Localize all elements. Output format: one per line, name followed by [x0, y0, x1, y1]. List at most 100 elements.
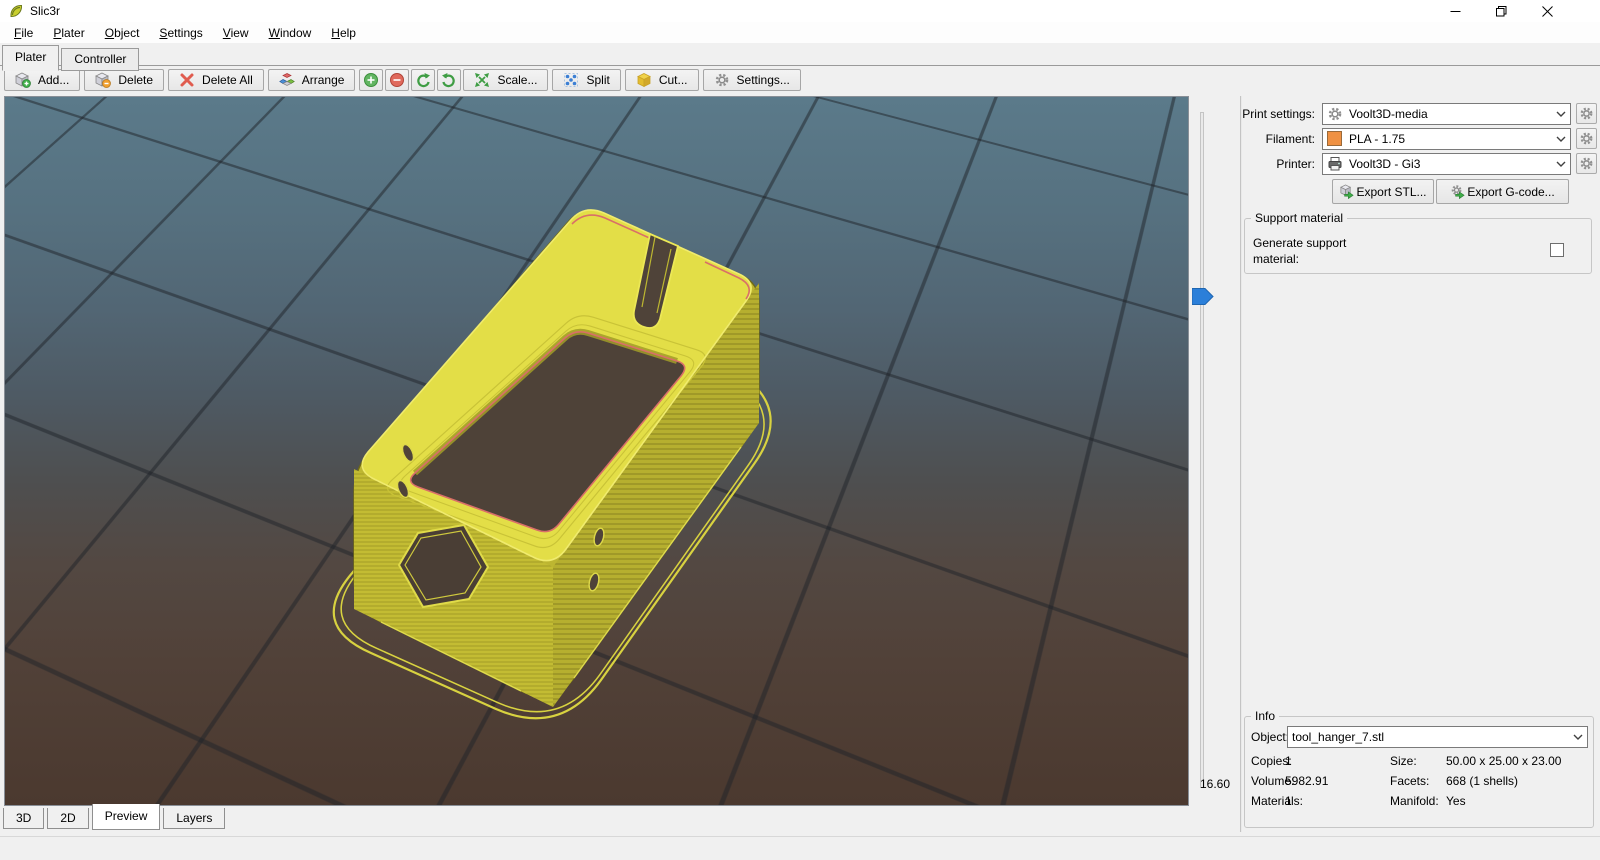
printer-combobox[interactable]: Voolt3D - Gi3: [1322, 153, 1571, 175]
split-label: Split: [586, 73, 610, 87]
arrange-label: Arrange: [301, 73, 345, 87]
menu-file[interactable]: File: [4, 24, 43, 42]
window-title: Slic3r: [30, 4, 61, 18]
printer-icon: [1327, 156, 1343, 172]
export-gcode-button[interactable]: Export G-code...: [1436, 179, 1569, 204]
restore-button[interactable]: [1478, 0, 1524, 22]
menu-view[interactable]: View: [213, 24, 259, 42]
layer-slider-handle[interactable]: [1191, 288, 1214, 305]
info-facets-label: Facets:: [1390, 774, 1430, 788]
chevron-down-icon: [1556, 111, 1566, 117]
sliced-model-render: [332, 209, 772, 720]
info-facets-value: 668 (1 shells): [1446, 774, 1519, 788]
preview-3d-viewport[interactable]: [4, 96, 1189, 806]
support-group-label: Support material: [1251, 211, 1348, 225]
close-button[interactable]: [1524, 0, 1570, 22]
cut-label: Cut...: [658, 73, 688, 87]
info-manifold-label: Manifold:: [1390, 794, 1439, 808]
filament-label: Filament:: [1265, 132, 1315, 146]
scale-label: Scale...: [497, 73, 538, 87]
filament-combobox[interactable]: PLA - 1.75: [1322, 128, 1571, 150]
plater-toolbar: Add... Delete Delete All Arrange Scale... Spl…: [0, 67, 1600, 93]
settings-button[interactable]: Settings...: [702, 69, 801, 91]
circle-plus-icon: [363, 72, 379, 88]
print-settings-label: Print settings:: [1242, 107, 1315, 121]
arrange-icon: [278, 72, 295, 88]
split-icon: [563, 72, 579, 88]
viewport-tab-layers[interactable]: Layers: [163, 808, 226, 829]
panel-separator: [1240, 96, 1242, 832]
slic3r-window: { "window": { "title": "Slic3r" }, "wind…: [0, 0, 1600, 860]
cut-icon: [636, 72, 652, 88]
export-stl-label: Export STL...: [1356, 184, 1427, 199]
red-x-icon: [179, 72, 195, 88]
print-settings-value: Voolt3D-media: [1349, 107, 1428, 121]
menu-settings[interactable]: Settings: [149, 24, 212, 42]
info-materials-value: 1: [1285, 794, 1292, 808]
printer-label: Printer:: [1276, 157, 1315, 171]
rotate-ccw-button[interactable]: [411, 69, 436, 91]
scale-icon: [474, 72, 490, 88]
export-gcode-label: Export G-code...: [1467, 184, 1555, 199]
add-button[interactable]: Add...: [4, 69, 81, 91]
viewport-tab-3d[interactable]: 3D: [3, 808, 45, 829]
cube-remove-icon: [95, 72, 112, 88]
status-bar: [0, 836, 1600, 860]
cut-button[interactable]: Cut...: [624, 69, 699, 91]
object-combobox[interactable]: tool_hanger_7.stl: [1287, 726, 1588, 748]
layer-slider-track[interactable]: [1200, 112, 1204, 788]
menu-help[interactable]: Help: [321, 24, 366, 42]
gear-icon: [714, 72, 730, 88]
chevron-down-icon: [1573, 734, 1583, 740]
rotate-cw-button[interactable]: [437, 69, 462, 91]
delete-button[interactable]: Delete: [84, 69, 165, 91]
add-label: Add...: [38, 73, 70, 87]
main-tab-strip: Plater Controller: [0, 44, 1600, 71]
chevron-down-icon: [1556, 161, 1566, 167]
menu-plater[interactable]: Plater: [43, 24, 94, 42]
info-volume-value: 5982.91: [1285, 774, 1329, 788]
delete-label: Delete: [118, 73, 154, 87]
tab-plater[interactable]: Plater: [2, 45, 60, 71]
info-group-label: Info: [1251, 709, 1280, 723]
viewport-tab-bar: 3D 2D Preview Layers: [3, 804, 228, 834]
split-button[interactable]: Split: [552, 69, 621, 91]
info-group: Info Object: tool_hanger_7.stl Copies: 1 S…: [1244, 709, 1594, 828]
printer-value: Voolt3D - Gi3: [1349, 157, 1421, 171]
export-gcode-icon: [1450, 184, 1465, 199]
filament-settings-button[interactable]: [1576, 128, 1597, 149]
menu-window[interactable]: Window: [259, 24, 322, 42]
generate-support-checkbox[interactable]: [1550, 243, 1564, 257]
layer-slider-value: 16.60: [1199, 777, 1231, 791]
settings-label: Settings...: [736, 73, 790, 87]
viewport-tab-2d[interactable]: 2D: [47, 808, 89, 829]
arrange-button[interactable]: Arrange: [267, 69, 356, 91]
cube-add-icon: [15, 72, 31, 88]
support-material-group: Support material Generate support materi…: [1244, 211, 1592, 274]
rotate-ccw-icon: [415, 72, 431, 88]
export-stl-icon: [1339, 184, 1355, 199]
printer-settings-button[interactable]: [1576, 153, 1597, 174]
print-settings-settings-button[interactable]: [1576, 103, 1597, 124]
print-settings-combobox[interactable]: Voolt3D-media: [1322, 103, 1571, 125]
menu-object[interactable]: Object: [95, 24, 150, 42]
info-manifold-value: Yes: [1446, 794, 1466, 808]
title-bar: Slic3r: [0, 0, 1600, 22]
delete-all-button[interactable]: Delete All: [168, 69, 264, 91]
minimize-button[interactable]: [1432, 0, 1478, 22]
gear-icon: [1327, 106, 1343, 122]
rotate-cw-icon: [441, 72, 457, 88]
info-size-label: Size:: [1390, 754, 1417, 768]
export-stl-button[interactable]: Export STL...: [1332, 179, 1434, 204]
filament-value: PLA - 1.75: [1349, 132, 1406, 146]
viewport-tab-preview[interactable]: Preview: [91, 804, 161, 830]
tab-controller[interactable]: Controller: [61, 48, 140, 71]
info-materials-label: Materials:: [1251, 794, 1304, 808]
scale-button[interactable]: Scale...: [463, 69, 549, 91]
object-label: Object:: [1251, 730, 1290, 744]
info-size-value: 50.00 x 25.00 x 23.00: [1446, 754, 1562, 768]
more-copies-button[interactable]: [359, 69, 384, 91]
fewer-copies-button[interactable]: [385, 69, 410, 91]
filament-color-swatch: [1327, 131, 1343, 147]
chevron-down-icon: [1556, 136, 1566, 142]
